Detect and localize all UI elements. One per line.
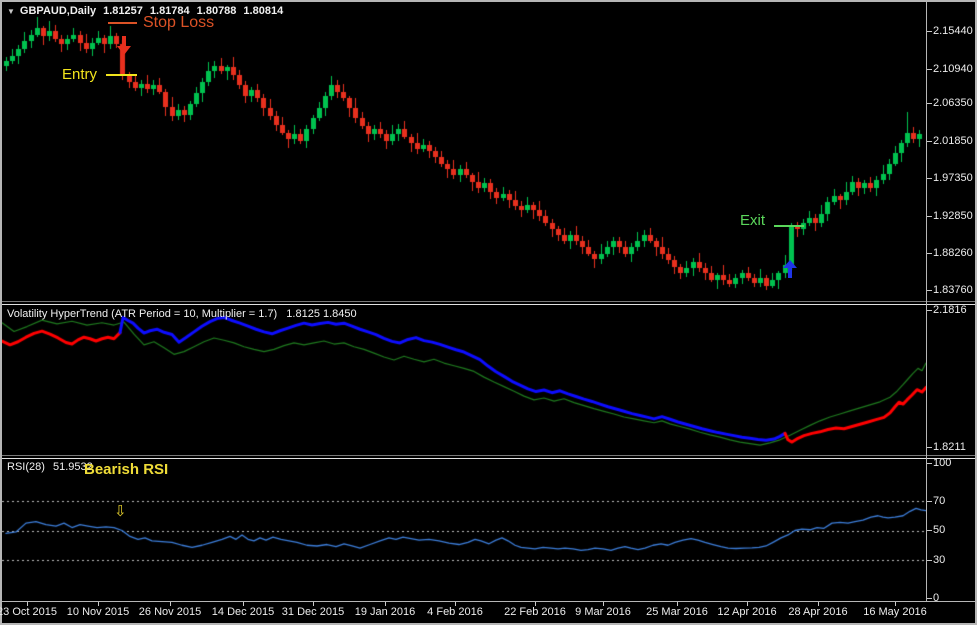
date-tick-label: 16 May 2016 (863, 606, 927, 618)
date-tick-label: 9 Mar 2016 (575, 606, 631, 618)
date-tick-label: 12 Apr 2016 (717, 606, 776, 618)
entry-label[interactable]: Entry (62, 66, 97, 83)
date-tick-label: 22 Feb 2016 (504, 606, 566, 618)
bearish-rsi-arrow-down-icon[interactable]: ⇩ (114, 504, 127, 519)
mt4-chart-window: { "header": { "dropdown_icon": "▼", "sym… (0, 0, 977, 625)
bearish-rsi-label[interactable]: Bearish RSI (84, 461, 168, 478)
chart-dropdown-icon[interactable]: ▼ (7, 7, 15, 16)
hypertrend-label: Volatility HyperTrend (ATR Period = 10, … (7, 308, 277, 320)
date-tick-label: 4 Feb 2016 (427, 606, 483, 618)
ohlc-open: 1.81257 (103, 5, 143, 17)
hypertrend-values: 1.8125 1.8450 (286, 308, 356, 320)
hypertrend-title-bar: Volatility HyperTrend (ATR Period = 10, … (7, 308, 357, 320)
sell-signal-arrow-down-icon[interactable] (117, 36, 131, 55)
date-tick-label: 31 Dec 2015 (282, 606, 344, 618)
ohlc-close: 1.80814 (243, 5, 283, 17)
stop-loss-label[interactable]: Stop Loss (143, 14, 214, 32)
rsi-title-bar: RSI(28) 51.9532 (7, 461, 93, 473)
stop-loss-line[interactable] (108, 22, 137, 24)
rsi-label: RSI(28) (7, 461, 45, 473)
date-tick-label: 10 Nov 2015 (67, 606, 129, 618)
date-tick-label: 19 Jan 2016 (355, 606, 416, 618)
date-tick-label: 28 Apr 2016 (788, 606, 847, 618)
entry-line[interactable] (106, 74, 137, 76)
date-tick-label: 14 Dec 2015 (212, 606, 274, 618)
date-tick-label: 26 Nov 2015 (139, 606, 201, 618)
date-tick-label: 23 Oct 2015 (0, 606, 57, 618)
date-tick-label: 25 Mar 2016 (646, 606, 708, 618)
symbol-period-label: GBPAUD,Daily (20, 5, 96, 17)
exit-line[interactable] (774, 225, 804, 227)
exit-label[interactable]: Exit (740, 212, 765, 229)
buy-signal-arrow-up-icon[interactable] (783, 260, 797, 278)
